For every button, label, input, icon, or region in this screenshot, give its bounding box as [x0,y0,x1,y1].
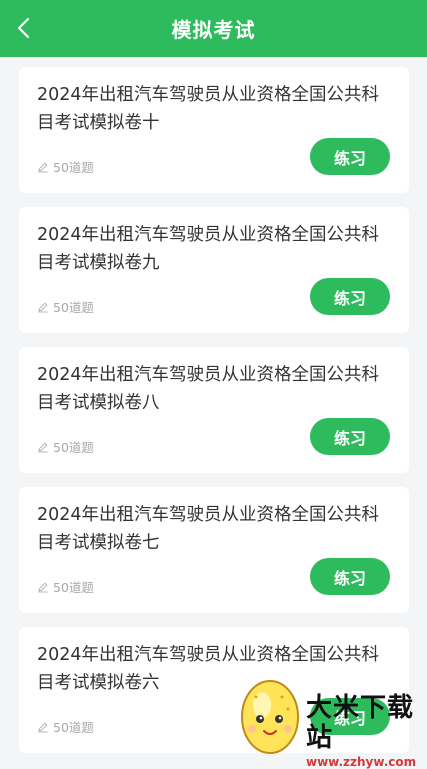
question-count-label: 50道题 [53,300,94,315]
exam-card[interactable]: 2024年出租汽车驾驶员从业资格全国公共科目考试模拟卷八 50道题 练习 [19,347,409,473]
app-header: 模拟考试 [0,0,427,57]
practice-button[interactable]: 练习 [310,278,390,315]
chevron-left-icon [17,17,30,39]
practice-button[interactable]: 练习 [310,418,390,455]
back-button[interactable] [10,14,38,42]
page-title: 模拟考试 [171,18,256,42]
edit-icon [38,161,48,172]
exam-title: 2024年出租汽车驾驶员从业资格全国公共科目考试模拟卷七 [37,505,380,553]
watermark-name: 大米下载站 [306,693,415,753]
exam-card[interactable]: 2024年出租汽车驾驶员从业资格全国公共科目考试模拟卷十 50道题 练习 [19,67,409,193]
edit-icon [38,301,48,312]
exam-title: 2024年出租汽车驾驶员从业资格全国公共科目考试模拟卷九 [37,225,380,273]
watermark-url: www.zzhyw.com [306,755,417,769]
edit-icon [38,441,48,452]
watermark: 大米下载站 www.zzhyw.com [226,667,427,769]
exam-title: 2024年出租汽车驾驶员从业资格全国公共科目考试模拟卷十 [37,85,380,133]
question-count: 50道题 [37,437,94,456]
question-count: 50道题 [37,577,94,596]
question-count: 50道题 [37,297,94,316]
practice-button[interactable]: 练习 [310,138,390,175]
question-count-label: 50道题 [53,580,94,595]
question-count: 50道题 [37,157,94,176]
edit-icon [38,721,48,732]
question-count: 50道题 [37,717,94,736]
question-count-label: 50道题 [53,720,94,735]
exam-card[interactable]: 2024年出租汽车驾驶员从业资格全国公共科目考试模拟卷七 50道题 练习 [19,487,409,613]
edit-icon [38,581,48,592]
question-count-label: 50道题 [53,160,94,175]
watermark-text: 大米下载站 www.zzhyw.com [306,693,427,769]
mascot-logo [241,680,299,754]
question-count-label: 50道题 [53,440,94,455]
exam-card[interactable]: 2024年出租汽车驾驶员从业资格全国公共科目考试模拟卷九 50道题 练习 [19,207,409,333]
practice-button[interactable]: 练习 [310,558,390,595]
exam-list: 2024年出租汽车驾驶员从业资格全国公共科目考试模拟卷十 50道题 练习 202… [0,57,427,760]
exam-title: 2024年出租汽车驾驶员从业资格全国公共科目考试模拟卷八 [37,365,380,413]
